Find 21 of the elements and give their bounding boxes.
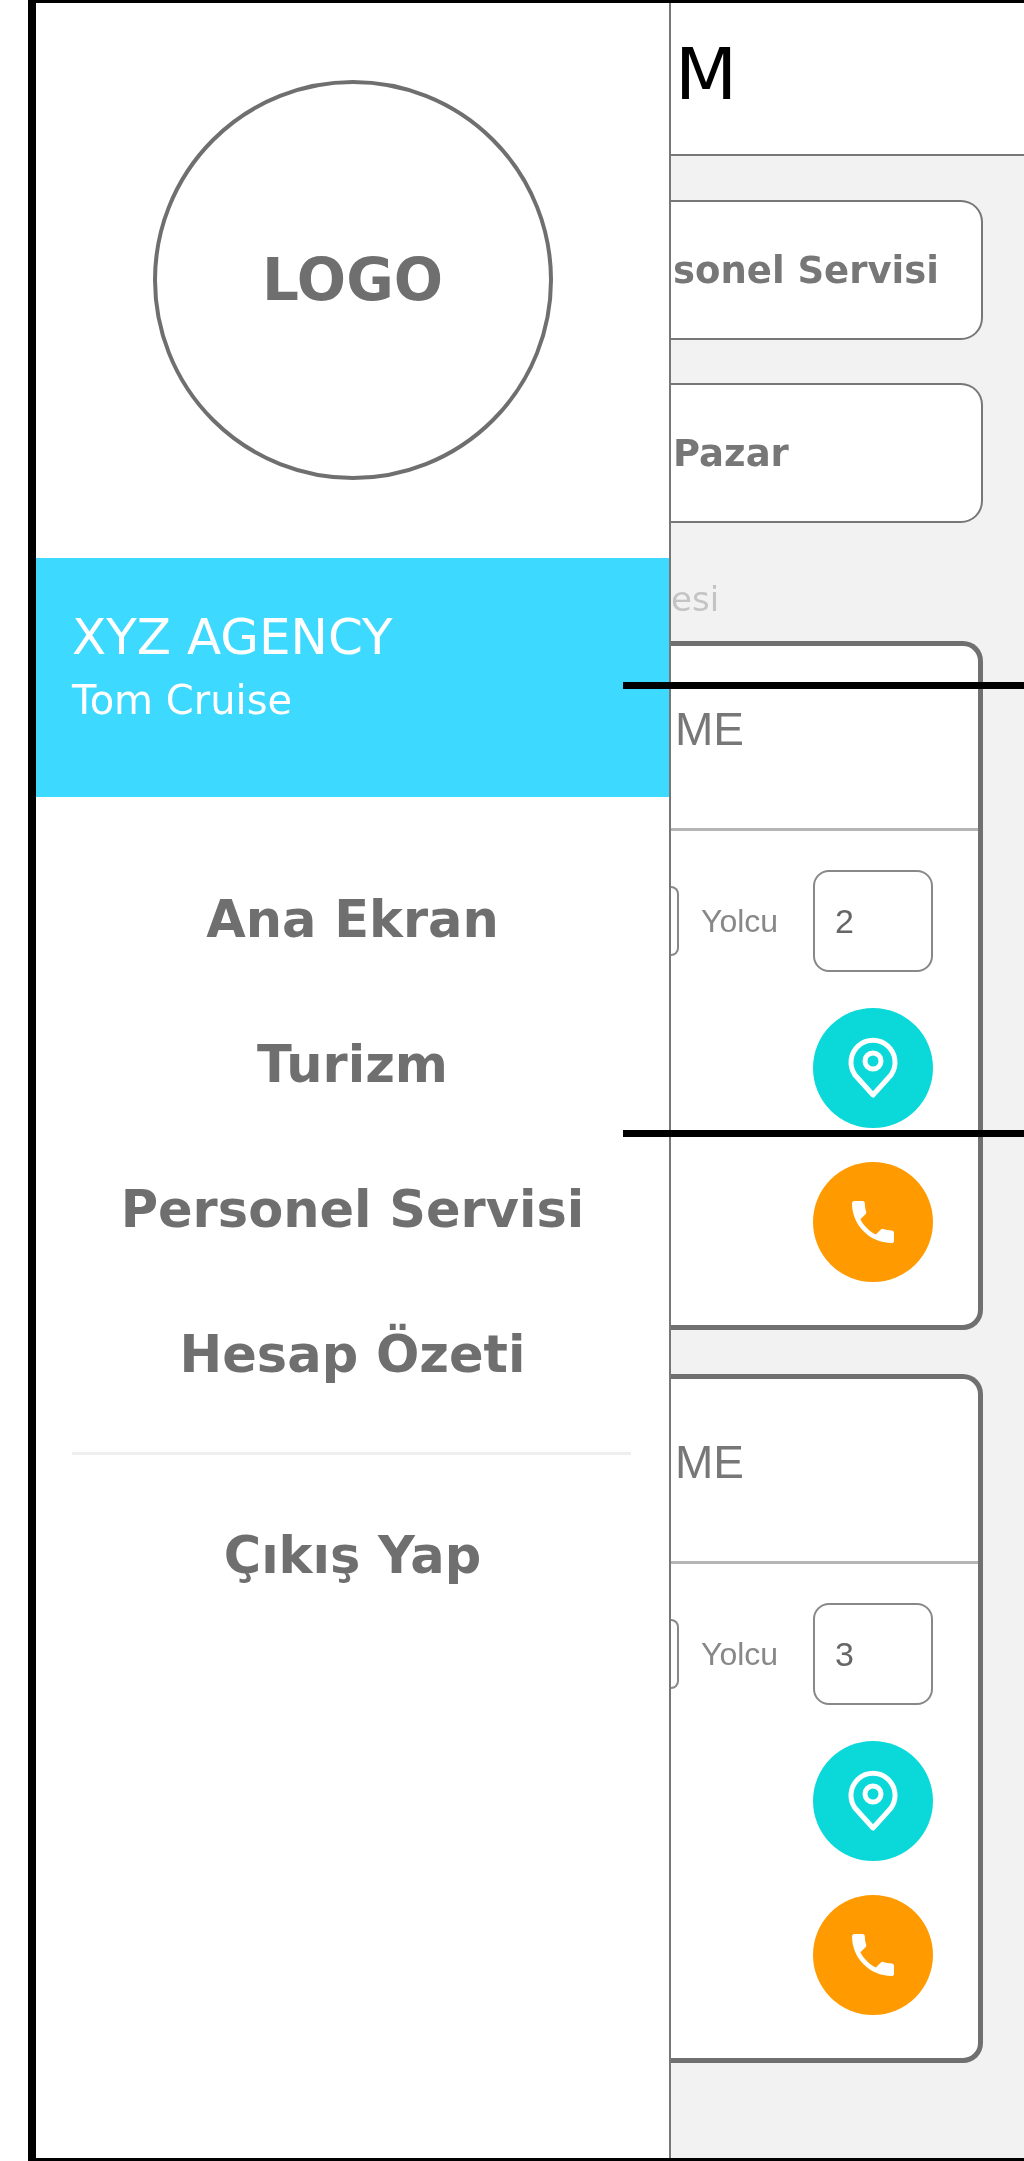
location-pin-icon: [847, 1770, 899, 1832]
passenger-input[interactable]: 2: [813, 870, 933, 972]
menu-item[interactable]: Turizm: [257, 992, 448, 1137]
passenger-input[interactable]: 3: [813, 1603, 933, 1705]
user-name: Tom Cruise: [72, 676, 294, 724]
select-field[interactable]: sonel Servisi: [671, 200, 983, 340]
agency-name: XYZ AGENCY: [72, 608, 394, 666]
logo: LOGO: [152, 80, 553, 480]
menu-item[interactable]: Hesap Özeti: [179, 1282, 526, 1427]
field-edge[interactable]: [671, 1619, 679, 1689]
menu-item[interactable]: Personel Servisi: [120, 1137, 585, 1282]
page-title: M: [675, 37, 738, 110]
location-pin-icon: [847, 1037, 899, 1099]
passenger-label: Yolcu: [701, 902, 779, 940]
select-field[interactable]: Pazar: [671, 383, 983, 523]
card-title: ME: [675, 1435, 744, 1490]
field-edge[interactable]: [671, 886, 679, 956]
passenger-label: Yolcu: [701, 1635, 779, 1673]
card-title: ME: [675, 702, 744, 757]
menu-item[interactable]: Ana Ekran: [206, 847, 499, 992]
logout-item[interactable]: Çıkış Yap: [223, 1483, 482, 1628]
